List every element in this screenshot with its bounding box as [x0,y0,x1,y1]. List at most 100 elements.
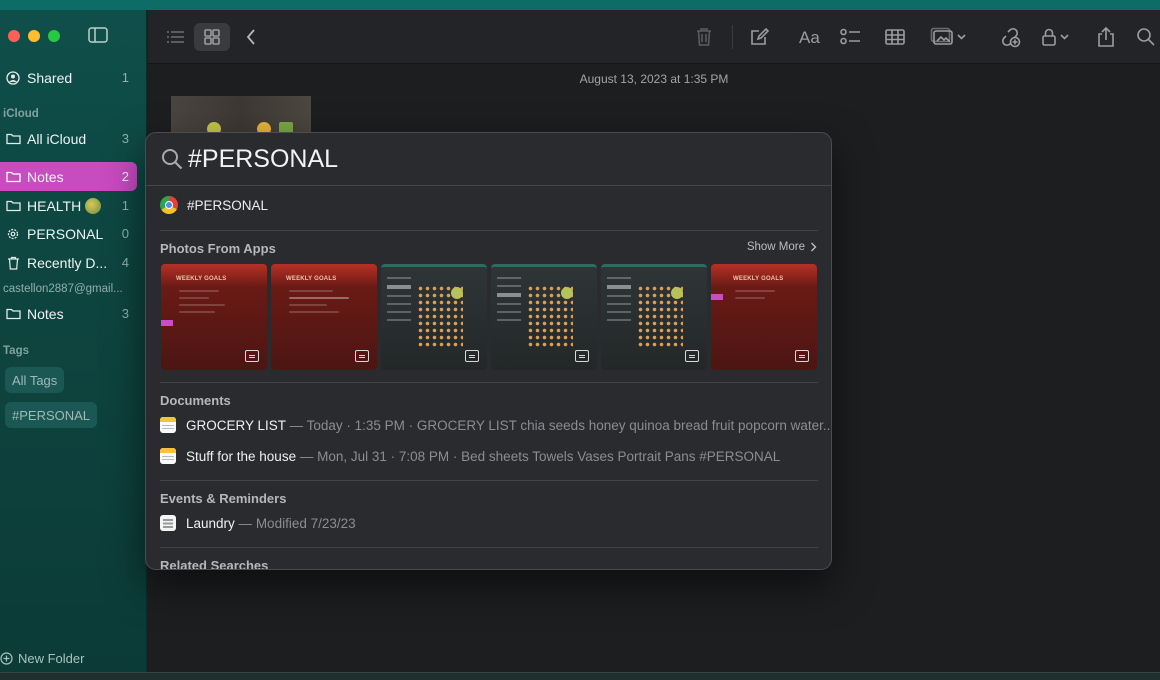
photo-result[interactable]: WEEKLY GOALS [711,264,817,370]
document-meta: — Mon, Jul 31 · 7:08 PM · Bed sheets Tow… [299,448,781,464]
tag-personal[interactable]: #PERSONAL [5,402,98,428]
sidebar-section-account: castellon2887@gmail... [3,283,123,295]
format-text-button[interactable]: Aa [799,28,820,48]
photo-result[interactable] [491,264,597,370]
document-result[interactable]: GROCERY LIST — Today · 1:35 PM · GROCERY… [160,417,832,433]
divider [160,480,818,481]
related-searches-title: Related Searches [160,558,269,570]
checklist-icon[interactable] [839,25,863,49]
events-section-title: Events & Reminders [160,491,287,506]
toolbar-divider [732,25,733,49]
sidebar-item-count: 3 [121,306,129,321]
trash-icon[interactable] [692,25,716,49]
sidebar-item-count: 3 [121,131,129,146]
table-icon[interactable] [883,25,907,49]
close-button[interactable] [8,30,20,42]
spotlight-top-hit[interactable]: #PERSONAL [160,196,268,214]
folder-icon [5,169,21,185]
sidebar-item-label: Shared [27,69,73,86]
sidebar-item-label: Notes [27,168,64,185]
chevron-right-icon [811,242,817,252]
document-name: Stuff for the house [186,448,297,464]
sidebar-section-tags: Tags [3,345,29,357]
photo-detail [451,287,463,299]
sidebar: Shared 1 iCloud All iCloud 3 Notes 2 HEA… [0,10,147,672]
live-text-icon [575,350,589,362]
sidebar-item-notes[interactable]: Notes 2 [0,162,137,191]
note-date: August 13, 2023 at 1:35 PM [579,72,729,86]
document-name: GROCERY LIST [186,417,286,433]
lock-menu-icon[interactable] [1038,25,1076,49]
spotlight-search-input[interactable] [188,144,788,174]
live-text-icon [465,350,479,362]
sidebar-item-count: 1 [121,70,129,85]
photo-text-lines [179,290,239,318]
documents-section-title: Documents [160,393,231,408]
folder-icon [5,198,21,214]
tag-all-tags[interactable]: All Tags [5,367,65,393]
sidebar-item-health[interactable]: HEALTH 1 [0,191,137,220]
zoom-button[interactable] [48,30,60,42]
folder-icon [5,306,21,322]
gallery-view-icon[interactable] [200,25,224,49]
live-text-icon [355,350,369,362]
document-result[interactable]: Stuff for the house — Mon, Jul 31 · 7:08… [160,448,780,464]
photo-sidebar [607,277,631,357]
media-menu-icon[interactable] [929,25,969,49]
photo-detail [671,287,683,299]
photo-highlight [711,294,723,300]
sidebar-item-label: All iCloud [27,130,87,147]
sidebar-item-label: Notes [27,305,64,322]
photo-result[interactable] [381,264,487,370]
sidebar-item-personal[interactable]: PERSONAL 0 [0,219,137,248]
gear-icon [5,226,21,242]
photo-detail [561,287,573,299]
window-controls [8,30,60,42]
divider [160,382,818,383]
spotlight-search-bar [146,133,831,186]
live-text-icon [795,350,809,362]
photo-title: WEEKLY GOALS [286,276,337,282]
sidebar-item-all-icloud[interactable]: All iCloud 3 [0,124,137,153]
reminders-app-icon [160,515,176,531]
photo-text-lines [735,290,795,304]
sidebar-item-count: 4 [121,255,129,270]
sidebar-item-account-notes[interactable]: Notes 3 [0,299,137,328]
share-icon[interactable] [1094,25,1118,49]
photo-result[interactable]: WEEKLY GOALS [271,264,377,370]
compose-icon[interactable] [748,25,772,49]
live-text-icon [245,350,259,362]
reminder-result[interactable]: Laundry — Modified 7/23/23 [160,515,356,531]
sidebar-item-shared[interactable]: Shared 1 [0,63,137,92]
sidebar-item-count: 2 [121,169,129,184]
photo-result[interactable]: WEEKLY GOALS [161,264,267,370]
show-more-button[interactable]: Show More [747,241,817,253]
notes-app-icon [160,417,176,433]
search-icon[interactable] [1134,25,1158,49]
sidebar-item-count: 1 [121,198,129,213]
sidebar-toggle-icon[interactable] [88,27,108,43]
live-text-icon [685,350,699,362]
photo-sidebar [497,277,521,357]
sidebar-item-count: 0 [121,226,129,241]
photos-section-title: Photos From Apps [160,241,276,256]
back-chevron-icon[interactable] [239,25,263,49]
sidebar-item-recently-deleted[interactable]: Recently D... 4 [0,248,137,277]
new-folder-label: New Folder [18,651,85,666]
reminder-name: Laundry [186,515,235,531]
divider [160,230,818,231]
note-image[interactable] [171,96,311,133]
minimize-button[interactable] [28,30,40,42]
notes-app-icon [160,448,176,464]
photo-results: WEEKLY GOALS WEEKLY GOALS WEEKLY GOALS [161,264,817,370]
sidebar-item-label: HEALTH [27,197,122,214]
collaborate-icon[interactable] [998,25,1022,49]
new-folder-button[interactable]: New Folder [0,651,84,666]
window-top-edge [0,0,1160,10]
list-view-icon[interactable] [164,25,188,49]
document-meta: — Today · 1:35 PM · GROCERY LIST chia se… [289,417,832,433]
trash-icon [5,255,21,271]
photo-result[interactable] [601,264,707,370]
reminder-meta: — Modified 7/23/23 [238,515,356,531]
sidebar-item-label: PERSONAL [27,225,104,242]
